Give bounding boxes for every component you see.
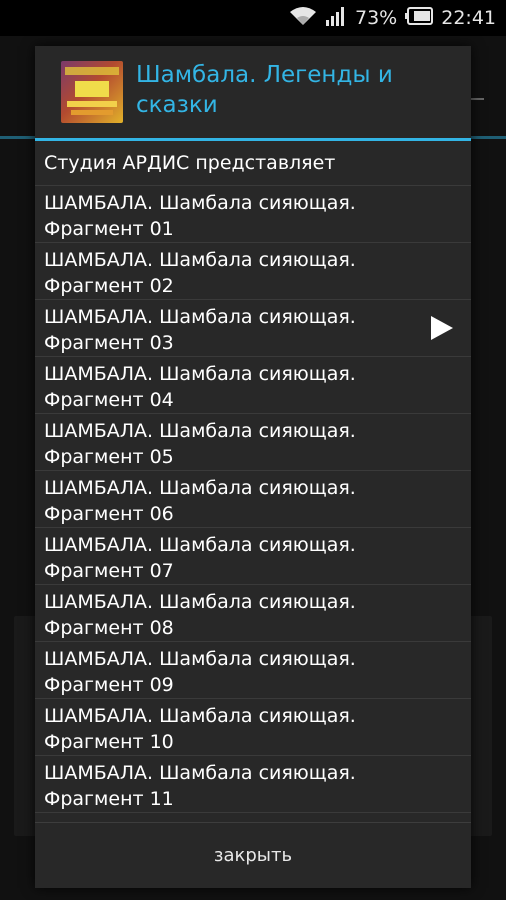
track-label: ШАМБАЛА. Шамбала сияющая. Фрагмент 09: [44, 648, 356, 696]
track-label: ШАМБАЛА. Шамбала сияющая. Фрагмент 11: [44, 762, 356, 810]
track-list-dialog: Шамбала. Легенды и сказки Студия АРДИС п…: [35, 46, 471, 888]
list-item-playing[interactable]: ШАМБАЛА. Шамбала сияющая. Фрагмент 03: [35, 300, 471, 357]
track-label: ШАМБАЛА. Шамбала сияющая. Фрагмент 08: [44, 591, 356, 639]
list-item[interactable]: ШАМБАЛА. Шамбала сияющая. Фрагмент 01: [35, 186, 471, 243]
status-bar: 73% 22:41: [0, 0, 506, 36]
track-label: ШАМБАЛА. Шамбала сияющая. Фрагмент 06: [44, 477, 356, 525]
battery-percent: 73%: [355, 7, 398, 29]
list-item[interactable]: ШАМБАЛА. Шамбала сияющая. Фрагмент 09: [35, 642, 471, 699]
list-item[interactable]: ШАМБАЛА. Шамбала сияющая. Фрагмент 04: [35, 357, 471, 414]
play-icon: [431, 316, 453, 340]
list-item[interactable]: ШАМБАЛА. Шамбала сияющая. Фрагмент 08: [35, 585, 471, 642]
dialog-header: Шамбала. Легенды и сказки: [35, 46, 471, 138]
dialog-title: Шамбала. Легенды и сказки: [136, 62, 393, 118]
status-icons: 73% 22:41: [289, 0, 496, 36]
track-label: ШАМБАЛА. Шамбала сияющая. Фрагмент 04: [44, 363, 356, 411]
track-label: ШАМБАЛА. Шамбала сияющая. Фрагмент 10: [44, 705, 356, 753]
wifi-icon: [289, 6, 317, 31]
clock: 22:41: [441, 7, 496, 29]
album-cover-image: [61, 61, 123, 123]
list-item[interactable]: ШАМБАЛА. Шамбала сияющая. Фрагмент 11: [35, 756, 471, 813]
track-label: Студия АРДИС представляет: [44, 152, 336, 174]
list-item[interactable]: ШАМБАЛА. Шамбала сияющая. Фрагмент 06: [35, 471, 471, 528]
list-item[interactable]: Студия АРДИС представляет: [35, 141, 471, 186]
track-label: ШАМБАЛА. Шамбала сияющая. Фрагмент 02: [44, 249, 356, 297]
signal-icon: [325, 6, 347, 31]
track-label: ШАМБАЛА. Шамбала сияющая. Фрагмент 07: [44, 534, 356, 582]
battery-icon: [405, 6, 434, 30]
list-item[interactable]: ШАМБАЛА. Шамбала сияющая. Фрагмент 02: [35, 243, 471, 300]
close-button[interactable]: закрыть: [35, 823, 471, 888]
track-label: ШАМБАЛА. Шамбала сияющая. Фрагмент 01: [44, 192, 356, 240]
list-item[interactable]: ШАМБАЛА. Шамбала сияющая. Фрагмент 07: [35, 528, 471, 585]
track-label: ШАМБАЛА. Шамбала сияющая. Фрагмент 05: [44, 420, 356, 468]
track-list: Студия АРДИС представляет ШАМБАЛА. Шамба…: [35, 141, 471, 822]
list-item[interactable]: ШАМБАЛА. Шамбала сияющая. Фрагмент 10: [35, 699, 471, 756]
list-item[interactable]: ШАМБАЛА. Шамбала сияющая. Фрагмент 05: [35, 414, 471, 471]
track-label: ШАМБАЛА. Шамбала сияющая. Фрагмент 03: [44, 306, 356, 354]
